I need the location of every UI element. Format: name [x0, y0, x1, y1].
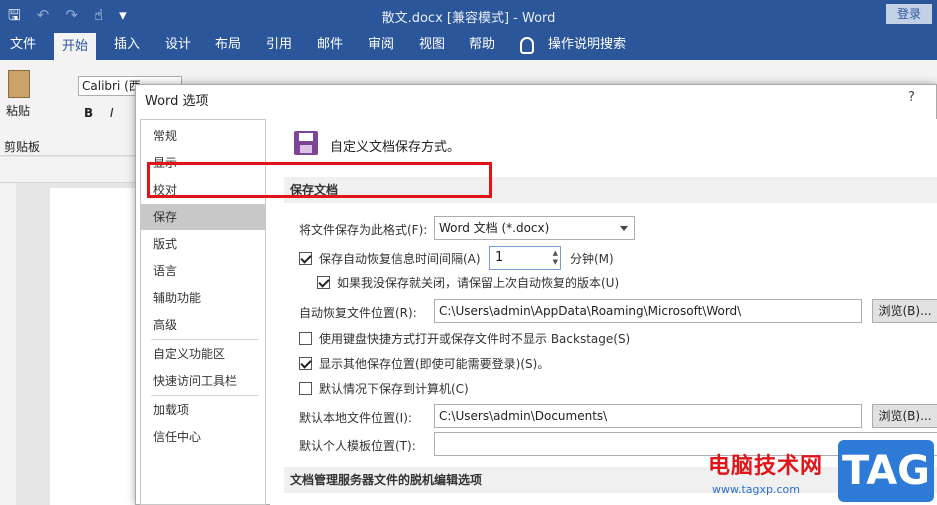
- chevron-down-icon: [620, 226, 628, 231]
- browse-local-button[interactable]: 浏览(B)...: [872, 404, 937, 428]
- no-backstage-checkbox[interactable]: [299, 332, 312, 345]
- show-other-locations-label: 显示其他保存位置(即使可能需要登录)(S)。: [319, 357, 550, 371]
- minutes-label: 分钟(M): [570, 252, 614, 266]
- autorecover-location-label: 自动恢复文件位置(R):: [299, 306, 417, 320]
- save-format-select[interactable]: Word 文档 (*.docx): [434, 216, 635, 240]
- format-label: 将文件保存为此格式(F):: [299, 223, 428, 237]
- tab-insert[interactable]: 插入: [106, 30, 148, 60]
- autorecover-minutes-spinner[interactable]: 1 ▲ ▼: [489, 246, 561, 270]
- watermark-site-name: 电脑技术网: [708, 454, 824, 479]
- save-icon: [294, 131, 318, 155]
- italic-button[interactable]: I: [110, 106, 114, 120]
- login-button[interactable]: 登录: [886, 4, 932, 24]
- keep-last-autosaved-label: 如果我没保存就关闭，请保留上次自动恢复的版本(U): [337, 276, 620, 290]
- autorecover-label: 保存自动恢复信息时间间隔(A): [319, 252, 481, 266]
- tab-design[interactable]: 设计: [157, 30, 199, 60]
- ribbon-tabs: 文件 开始 插入 设计 布局 引用 邮件 审阅 视图 帮助 操作说明搜索: [0, 30, 937, 60]
- tab-review[interactable]: 审阅: [360, 30, 402, 60]
- autorecover-minutes-value: 1: [495, 250, 504, 265]
- clipboard-group-label: 剪贴板: [4, 140, 41, 154]
- help-button[interactable]: ?: [908, 90, 915, 105]
- title-bar: 🖫 ↶ ↷ ☝ ▾ 散文.docx [兼容模式] - Word 登录: [0, 0, 937, 30]
- nav-accessibility[interactable]: 辅助功能: [141, 285, 265, 311]
- paste-icon[interactable]: [8, 70, 30, 98]
- show-other-locations-checkbox[interactable]: [299, 357, 312, 370]
- no-backstage-label: 使用键盘快捷方式打开或保存文件时不显示 Backstage(S): [319, 332, 631, 346]
- tab-view[interactable]: 视图: [411, 30, 453, 60]
- nav-add-ins[interactable]: 加载项: [141, 397, 265, 423]
- lightbulb-icon: [520, 37, 534, 54]
- window-title: 散文.docx [兼容模式] - Word: [381, 11, 556, 26]
- nav-general[interactable]: 常规: [141, 123, 265, 149]
- tab-help[interactable]: 帮助: [461, 30, 503, 60]
- nav-customize-ribbon[interactable]: 自定义功能区: [141, 341, 265, 367]
- local-location-label: 默认本地文件位置(I):: [299, 411, 412, 425]
- word-options-dialog: Word 选项 ? 常规 显示 校对 保存 版式 语言 辅助功能 高级 自定义功…: [135, 84, 937, 505]
- highlight-box: [147, 162, 492, 198]
- tab-home[interactable]: 开始: [54, 33, 97, 60]
- browse-autorecover-button[interactable]: 浏览(B)...: [872, 299, 937, 323]
- document-page[interactable]: [50, 188, 140, 505]
- tab-mailings[interactable]: 邮件: [309, 30, 351, 60]
- tell-me-search[interactable]: 操作说明搜索: [540, 30, 634, 60]
- bold-button[interactable]: B: [84, 106, 93, 120]
- dialog-title: Word 选项: [145, 94, 209, 109]
- template-location-label: 默认个人模板位置(T):: [299, 439, 416, 453]
- save-format-value: Word 文档 (*.docx): [439, 221, 550, 235]
- watermark-logo: TAG: [838, 440, 934, 502]
- spinner-arrows-icon[interactable]: ▲ ▼: [553, 249, 558, 267]
- nav-trust-center[interactable]: 信任中心: [141, 424, 265, 450]
- keep-last-autosaved-checkbox[interactable]: [317, 276, 330, 289]
- autorecover-location-field[interactable]: C:\Users\admin\AppData\Roaming\Microsoft…: [434, 299, 862, 323]
- nav-language[interactable]: 语言: [141, 258, 265, 284]
- nav-save[interactable]: 保存: [141, 204, 265, 230]
- nav-divider: [151, 339, 259, 340]
- local-location-field[interactable]: C:\Users\admin\Documents\: [434, 404, 862, 428]
- save-to-computer-label: 默认情况下保存到计算机(C): [319, 382, 469, 396]
- nav-quick-access-toolbar[interactable]: 快速访问工具栏: [141, 368, 265, 394]
- vertical-ruler: [0, 183, 16, 505]
- tab-references[interactable]: 引用: [258, 30, 300, 60]
- nav-advanced[interactable]: 高级: [141, 312, 265, 338]
- watermark-url: www.tagxp.com: [712, 483, 800, 496]
- tab-file[interactable]: 文件: [2, 30, 44, 60]
- save-to-computer-checkbox[interactable]: [299, 382, 312, 395]
- autorecover-checkbox[interactable]: [299, 252, 312, 265]
- nav-layout[interactable]: 版式: [141, 231, 265, 257]
- tab-layout[interactable]: 布局: [207, 30, 249, 60]
- panel-headline: 自定义文档保存方式。: [330, 140, 461, 155]
- nav-divider: [151, 395, 259, 396]
- paste-label[interactable]: 粘贴: [6, 102, 30, 119]
